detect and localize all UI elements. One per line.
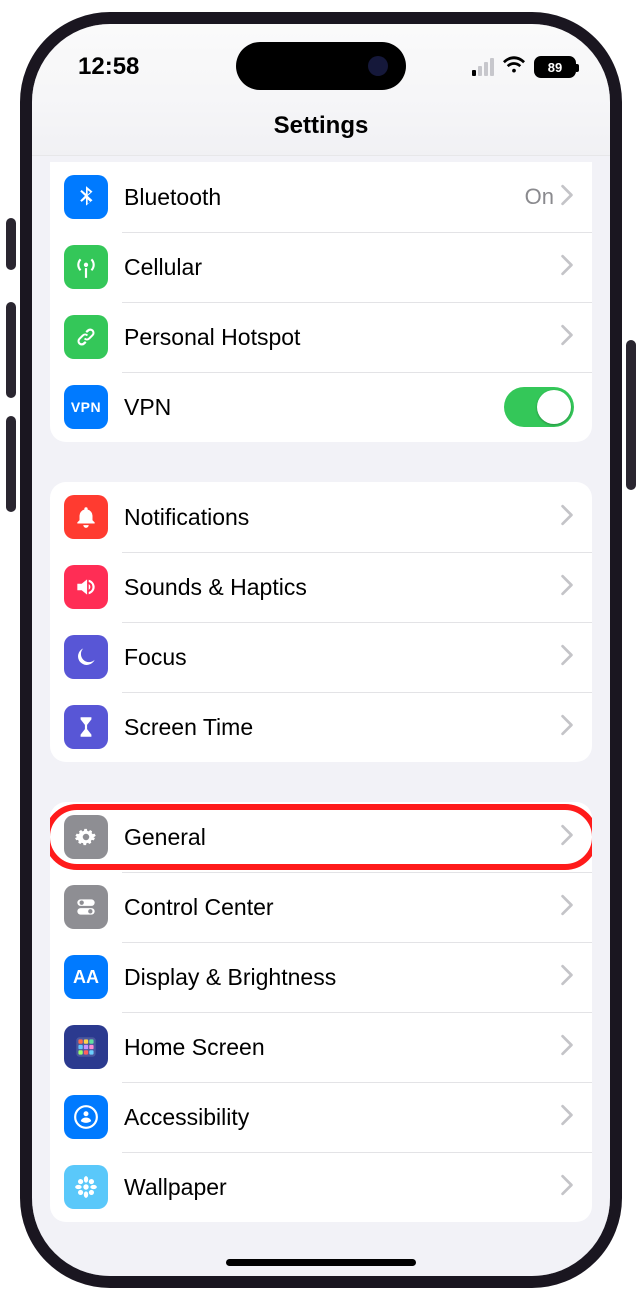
- battery-level: 89: [548, 60, 562, 75]
- row-label: Notifications: [124, 504, 560, 531]
- settings-row-notifications[interactable]: Notifications: [50, 482, 592, 552]
- settings-row-cellular[interactable]: Cellular: [50, 232, 592, 302]
- speaker-icon: [64, 565, 108, 609]
- chevron-right-icon: [560, 1034, 574, 1061]
- bluetooth-icon: [64, 175, 108, 219]
- chevron-right-icon: [560, 714, 574, 741]
- settings-row-screentime[interactable]: Screen Time: [50, 692, 592, 762]
- settings-group: General Control Center AA Display & Brightn…: [50, 802, 592, 1222]
- vpn-toggle[interactable]: [504, 387, 574, 427]
- settings-row-vpn[interactable]: VPN VPN: [50, 372, 592, 442]
- volume-down-button: [6, 416, 16, 512]
- row-label: Bluetooth: [124, 184, 525, 211]
- row-label: Display & Brightness: [124, 964, 560, 991]
- row-label: Home Screen: [124, 1034, 560, 1061]
- chevron-right-icon: [560, 1104, 574, 1131]
- gear-icon: [64, 815, 108, 859]
- row-label: Personal Hotspot: [124, 324, 560, 351]
- row-label: Cellular: [124, 254, 560, 281]
- settings-row-bluetooth[interactable]: BluetoothOn: [50, 162, 592, 232]
- chevron-right-icon: [560, 184, 574, 211]
- settings-row-focus[interactable]: Focus: [50, 622, 592, 692]
- status-time: 12:58: [78, 53, 139, 81]
- chevron-right-icon: [560, 504, 574, 531]
- settings-row-display[interactable]: AA Display & Brightness: [50, 942, 592, 1012]
- row-label: Sounds & Haptics: [124, 574, 560, 601]
- volume-up-button: [6, 302, 16, 398]
- chevron-right-icon: [560, 824, 574, 851]
- row-label: Wallpaper: [124, 1174, 560, 1201]
- switches-icon: [64, 885, 108, 929]
- row-label: General: [124, 824, 560, 851]
- row-label: Focus: [124, 644, 560, 671]
- hourglass-icon: [64, 705, 108, 749]
- settings-group: Notifications Sounds & Haptics Focus Screen…: [50, 482, 592, 762]
- link-icon: [64, 315, 108, 359]
- aa-icon: AA: [64, 955, 108, 999]
- silent-switch: [6, 218, 16, 270]
- chevron-right-icon: [560, 964, 574, 991]
- settings-row-accessibility[interactable]: Accessibility: [50, 1082, 592, 1152]
- chevron-right-icon: [560, 574, 574, 601]
- chevron-right-icon: [560, 254, 574, 281]
- flower-icon: [64, 1165, 108, 1209]
- grid-icon: [64, 1025, 108, 1069]
- row-label: Accessibility: [124, 1104, 560, 1131]
- settings-group: BluetoothOnCellularPersonal HotspotVPNVP…: [50, 162, 592, 442]
- person-icon: [64, 1095, 108, 1139]
- cellular-signal-icon: [472, 58, 494, 76]
- settings-row-general[interactable]: General: [50, 802, 592, 872]
- vpn-icon: VPN: [64, 385, 108, 429]
- bell-icon: [64, 495, 108, 539]
- chevron-right-icon: [560, 1174, 574, 1201]
- row-label: VPN: [124, 394, 504, 421]
- chevron-right-icon: [560, 644, 574, 671]
- row-value: On: [525, 184, 554, 210]
- row-label: Control Center: [124, 894, 560, 921]
- dynamic-island: [236, 42, 406, 90]
- iphone-frame: 12:58 89 Settings BluetoothOn Cellular Per…: [20, 12, 622, 1288]
- battery-indicator: 89: [534, 56, 576, 78]
- settings-row-hotspot[interactable]: Personal Hotspot: [50, 302, 592, 372]
- settings-row-controlcenter[interactable]: Control Center: [50, 872, 592, 942]
- row-label: Screen Time: [124, 714, 560, 741]
- home-indicator[interactable]: [226, 1259, 416, 1266]
- settings-row-wallpaper[interactable]: Wallpaper: [50, 1152, 592, 1222]
- navbar: Settings: [32, 96, 610, 156]
- side-button: [626, 340, 636, 490]
- chevron-right-icon: [560, 894, 574, 921]
- page-title: Settings: [274, 112, 369, 140]
- settings-row-homescreen[interactable]: Home Screen: [50, 1012, 592, 1082]
- settings-row-sounds[interactable]: Sounds & Haptics: [50, 552, 592, 622]
- antenna-icon: [64, 245, 108, 289]
- settings-list[interactable]: BluetoothOnCellularPersonal HotspotVPNVP…: [32, 156, 610, 1276]
- chevron-right-icon: [560, 324, 574, 351]
- wifi-icon: [502, 53, 526, 81]
- moon-icon: [64, 635, 108, 679]
